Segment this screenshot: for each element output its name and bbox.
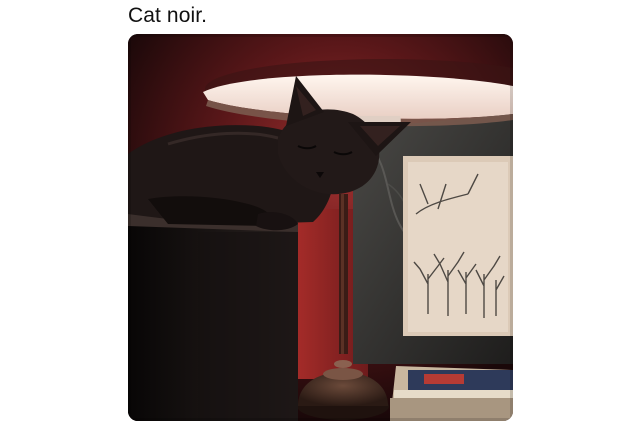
post-photo[interactable] (128, 34, 513, 421)
post-caption: Cat noir. (128, 4, 208, 27)
cat-lamp-photo (128, 34, 513, 421)
